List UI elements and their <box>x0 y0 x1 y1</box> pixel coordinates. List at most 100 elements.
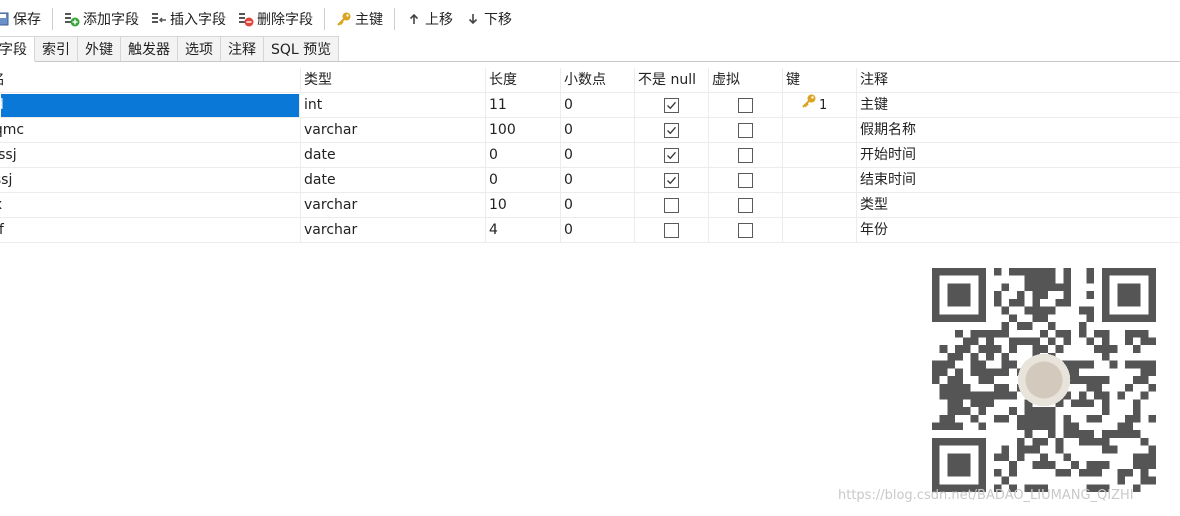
field-length-cell[interactable]: 100 <box>486 118 561 143</box>
field-comment-cell[interactable]: 假期名称 <box>857 118 1180 143</box>
field-comment-cell[interactable]: 年份 <box>857 218 1180 243</box>
field-length-cell[interactable]: 11 <box>486 93 561 118</box>
key-cell[interactable] <box>783 168 857 193</box>
fields-grid: 名 类型 长度 小数点 不是 null 虚拟 键 注释 idint1101主键j… <box>0 68 1180 243</box>
field-row[interactable]: nf varchar40 年份 <box>0 218 1180 243</box>
tab-label: 外键 <box>85 42 113 58</box>
key-cell[interactable] <box>783 193 857 218</box>
field-comment-cell[interactable]: 结束时间 <box>857 168 1180 193</box>
not-null-checkbox[interactable] <box>664 123 679 138</box>
column-header-decimals[interactable]: 小数点 <box>561 68 635 93</box>
field-row[interactable]: kssjdate00开始时间 <box>0 143 1180 168</box>
column-header-not-null[interactable]: 不是 null <box>635 68 709 93</box>
column-header-comment[interactable]: 注释 <box>857 68 1180 93</box>
save-button[interactable]: 保存 <box>0 6 47 32</box>
field-comment-cell[interactable]: 主键 <box>857 93 1180 118</box>
not-null-cell <box>635 193 709 218</box>
field-name-cell[interactable]: jssj <box>0 168 301 193</box>
field-length-cell[interactable]: 4 <box>486 218 561 243</box>
field-name-cell[interactable]: jqmc <box>0 118 301 143</box>
field-decimals-cell[interactable]: 0 <box>561 193 635 218</box>
column-header-key[interactable]: 键 <box>783 68 857 93</box>
field-type-cell[interactable]: varchar <box>301 118 486 143</box>
field-name-text: id <box>1 97 4 113</box>
tab-comment[interactable]: 注释 <box>221 36 264 61</box>
tab-triggers[interactable]: 触发器 <box>121 36 178 61</box>
tab-fields[interactable]: 字段 <box>0 36 35 62</box>
delete-field-icon <box>238 11 254 27</box>
key-cell[interactable]: 1 <box>783 93 857 118</box>
field-name-cell[interactable]: nf <box>0 218 301 243</box>
field-length-cell[interactable]: 0 <box>486 143 561 168</box>
field-name-cell[interactable]: lx <box>0 193 301 218</box>
field-type-cell[interactable]: date <box>301 168 486 193</box>
key-cell[interactable] <box>783 118 857 143</box>
field-comment-cell[interactable]: 类型 <box>857 193 1180 218</box>
move-down-label: 下移 <box>484 12 512 28</box>
arrow-up-icon <box>406 11 422 27</box>
field-length-cell[interactable]: 0 <box>486 168 561 193</box>
move-up-button[interactable]: 上移 <box>400 6 459 32</box>
tab-options[interactable]: 选项 <box>178 36 221 61</box>
tab-label: 触发器 <box>128 42 170 58</box>
field-row[interactable]: jqmc varchar1000 假期名称 <box>0 118 1180 143</box>
field-length-cell[interactable]: 10 <box>486 193 561 218</box>
virtual-cell <box>709 218 783 243</box>
virtual-checkbox[interactable] <box>738 173 753 188</box>
move-up-label: 上移 <box>425 12 453 28</box>
key-cell[interactable] <box>783 218 857 243</box>
field-type-cell[interactable]: date <box>301 143 486 168</box>
virtual-checkbox[interactable] <box>738 198 753 213</box>
column-header-name[interactable]: 名 <box>0 68 301 93</box>
field-row[interactable]: jssjdate00结束时间 <box>0 168 1180 193</box>
move-down-button[interactable]: 下移 <box>459 6 518 32</box>
qr-code-image <box>932 268 1156 492</box>
field-decimals-cell[interactable]: 0 <box>561 143 635 168</box>
not-null-checkbox[interactable] <box>664 148 679 163</box>
delete-field-button[interactable]: 删除字段 <box>232 6 319 32</box>
arrow-down-icon <box>465 11 481 27</box>
add-field-icon <box>64 11 80 27</box>
primary-key-button[interactable]: 主键 <box>330 6 389 32</box>
field-type-cell[interactable]: varchar <box>301 218 486 243</box>
insert-field-icon <box>151 11 167 27</box>
field-name-text: nf <box>0 222 4 238</box>
field-comment-cell[interactable]: 开始时间 <box>857 143 1180 168</box>
grid-header: 名 类型 长度 小数点 不是 null 虚拟 键 注释 <box>0 68 1180 93</box>
save-label: 保存 <box>13 12 41 28</box>
not-null-checkbox[interactable] <box>664 223 679 238</box>
field-row[interactable]: lx varchar100 类型 <box>0 193 1180 218</box>
not-null-checkbox[interactable] <box>664 198 679 213</box>
field-decimals-cell[interactable]: 0 <box>561 93 635 118</box>
add-field-label: 添加字段 <box>83 12 139 28</box>
not-null-checkbox[interactable] <box>664 173 679 188</box>
not-null-cell <box>635 118 709 143</box>
field-name-cell[interactable]: kssj <box>0 143 301 168</box>
column-header-virtual[interactable]: 虚拟 <box>709 68 783 93</box>
tab-sql-preview[interactable]: SQL 预览 <box>264 36 340 61</box>
field-type-cell[interactable]: int <box>301 93 486 118</box>
column-header-type[interactable]: 类型 <box>301 68 486 93</box>
field-decimals-cell[interactable]: 0 <box>561 118 635 143</box>
save-icon <box>0 11 10 27</box>
tab-foreign-keys[interactable]: 外键 <box>78 36 121 61</box>
add-field-button[interactable]: 添加字段 <box>58 6 145 32</box>
virtual-checkbox[interactable] <box>738 98 753 113</box>
insert-field-button[interactable]: 插入字段 <box>145 6 232 32</box>
field-decimals-cell[interactable]: 0 <box>561 168 635 193</box>
toolbar-separator <box>394 8 395 30</box>
field-name-cell[interactable]: id <box>1 94 300 117</box>
not-null-cell <box>635 93 709 118</box>
virtual-checkbox[interactable] <box>738 223 753 238</box>
column-header-length[interactable]: 长度 <box>486 68 561 93</box>
virtual-checkbox[interactable] <box>738 123 753 138</box>
field-type-cell[interactable]: varchar <box>301 193 486 218</box>
key-cell[interactable] <box>783 143 857 168</box>
virtual-checkbox[interactable] <box>738 148 753 163</box>
not-null-checkbox[interactable] <box>664 98 679 113</box>
field-decimals-cell[interactable]: 0 <box>561 218 635 243</box>
tab-indexes[interactable]: 索引 <box>35 36 78 61</box>
field-name-text: jssj <box>0 172 13 188</box>
field-row[interactable]: id int110 1 主键 <box>0 93 1180 118</box>
tab-label: 注释 <box>228 42 256 58</box>
